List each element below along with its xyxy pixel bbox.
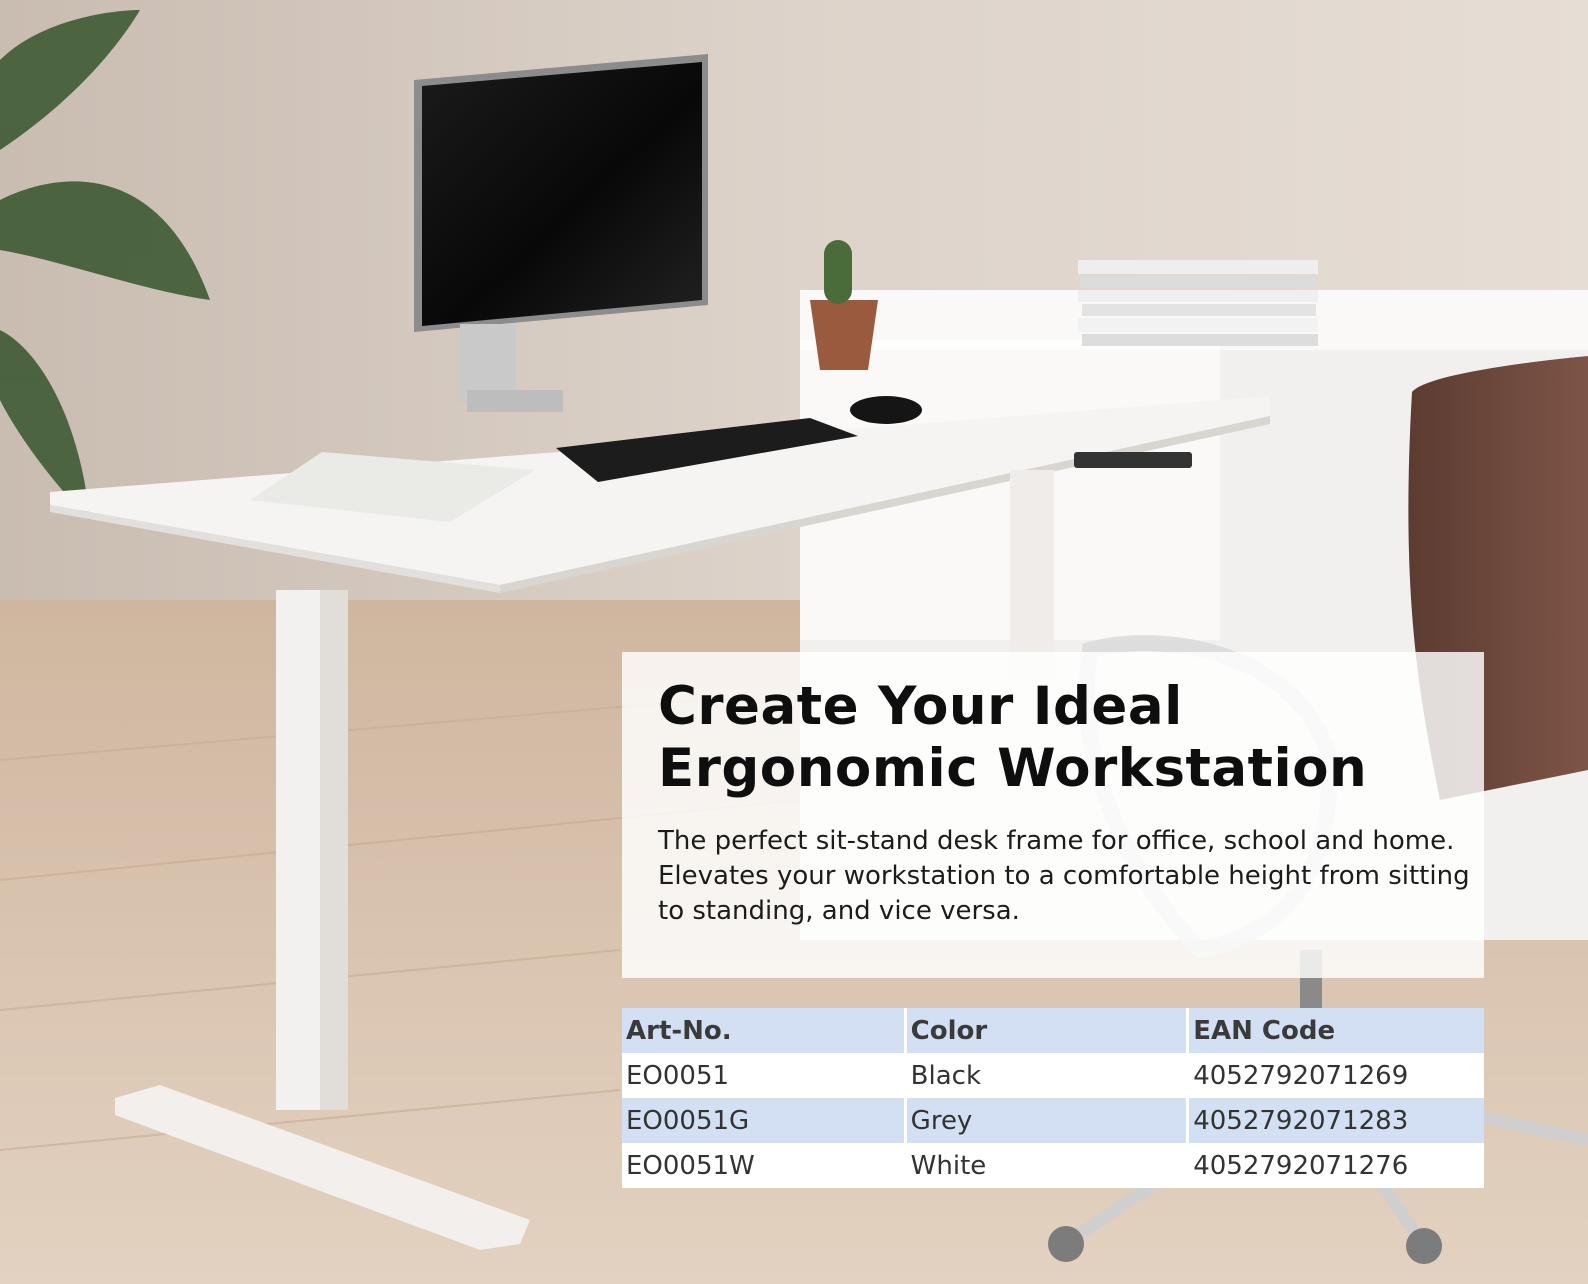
product-table: Art-No. Color EAN Code EO0051 Black 4052… (622, 1008, 1484, 1188)
table-row: EO0051 Black 4052792071269 (622, 1053, 1484, 1098)
cell-art-no: EO0051W (626, 1150, 755, 1181)
cell-color: White (903, 1143, 1188, 1188)
description-line-1: The perfect sit-stand desk frame for off… (658, 826, 1455, 856)
description-line-2: Elevates your workstation to a comfortab… (658, 861, 1470, 891)
table-row: EO0051G Grey 4052792071283 (622, 1098, 1484, 1143)
cell-ean-code: 4052792071269 (1186, 1053, 1484, 1098)
cell-ean-code: 4052792071283 (1186, 1098, 1484, 1143)
table-row: EO0051W White 4052792071276 (622, 1143, 1484, 1188)
cell-color: Grey (903, 1098, 1188, 1143)
table-header-row: Art-No. Color EAN Code (622, 1008, 1484, 1053)
cell-color: Black (903, 1053, 1188, 1098)
cell-art-no: EO0051 (626, 1060, 730, 1091)
header-color: Color (903, 1008, 1188, 1053)
headline: Create Your Ideal Ergonomic Workstation (658, 676, 1458, 800)
header-art-no: Art-No. (626, 1015, 732, 1046)
description-line-3: to standing, and vice versa. (658, 896, 1020, 926)
cell-art-no: EO0051G (626, 1105, 750, 1136)
headline-line-2: Ergonomic Workstation (658, 738, 1368, 799)
header-ean-code: EAN Code (1186, 1008, 1484, 1053)
cell-ean-code: 4052792071276 (1186, 1143, 1484, 1188)
headline-line-1: Create Your Ideal (658, 676, 1183, 737)
description: The perfect sit-stand desk frame for off… (658, 824, 1470, 929)
